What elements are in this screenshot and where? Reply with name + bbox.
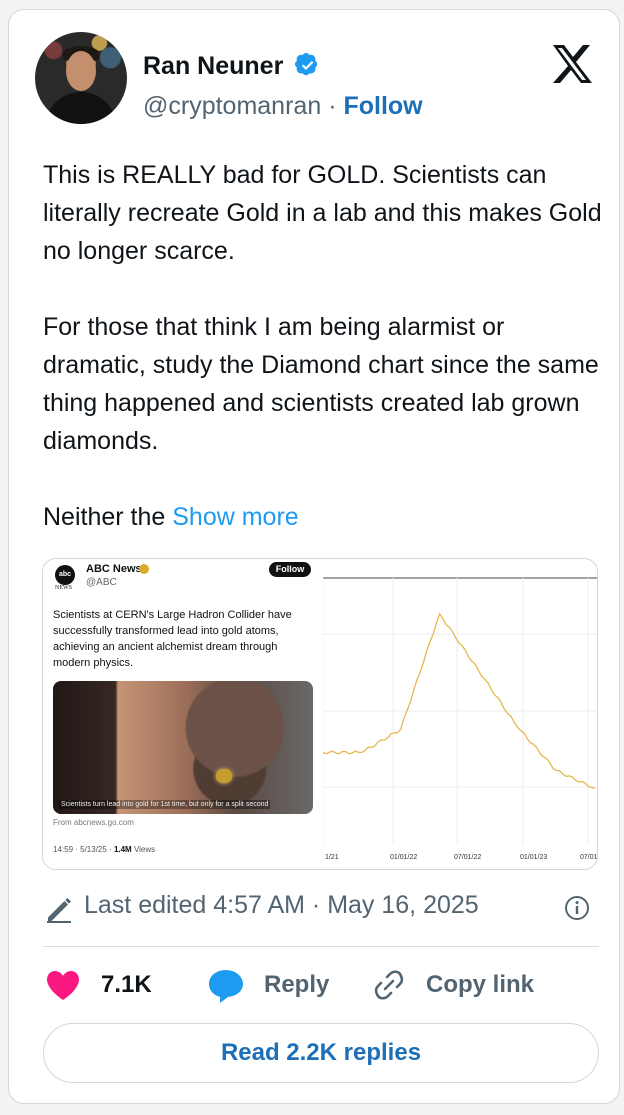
diamond-price-chart: 1/21 01/01/22 07/01/22 01/01/23 07/01 (323, 577, 598, 861)
link-icon (374, 970, 404, 1000)
author-avatar[interactable] (35, 32, 127, 124)
chart-x-ticks: 1/21 01/01/22 07/01/22 01/01/23 07/01 (325, 854, 598, 861)
author-handle[interactable]: @cryptomanran (143, 92, 321, 120)
embedded-follow-button: Follow (269, 562, 311, 577)
gold-nugget-image (216, 769, 232, 783)
tweet-actions: 7.1K Reply Copy link (43, 965, 603, 1005)
embedded-abc-post: abc NEWS ABC News @ABC Follow Scientists… (43, 559, 323, 869)
chart-x-tick-label: 07/01 (580, 854, 598, 861)
info-icon[interactable] (562, 893, 592, 923)
read-replies-button[interactable]: Read 2.2K replies (43, 1023, 599, 1083)
copy-link-button[interactable]: Copy link (370, 965, 534, 1005)
handle-separator: · (328, 92, 337, 120)
tweet-media[interactable]: abc NEWS ABC News @ABC Follow Scientists… (42, 558, 598, 870)
embedded-post-text: Scientists at CERN's Large Hadron Collid… (53, 609, 292, 669)
heart-icon (47, 971, 79, 1000)
tweet-paragraph-1: This is REALLY bad for GOLD. Scientists … (43, 161, 602, 265)
chart-x-tick-label: 01/01/23 (520, 854, 547, 861)
tweet-text: This is REALLY bad for GOLD. Scientists … (43, 156, 603, 574)
embedded-post-views-label: Views (131, 845, 156, 854)
photo-caption: Scientists turn lead into gold for 1st t… (59, 800, 271, 809)
abc-logo-icon: abc (55, 565, 75, 585)
chart-x-tick-label: 01/01/22 (390, 854, 417, 861)
embedded-author-handle: @ABC (86, 577, 117, 588)
abc-news-logo-text: NEWS (55, 585, 72, 591)
show-more-link[interactable]: Show more (172, 503, 298, 531)
like-count: 7.1K (101, 971, 152, 998)
embedded-post-time: 14:59 · 5/13/25 · (53, 845, 114, 854)
embedded-source: From abcnews.go.com (53, 818, 134, 827)
embedded-post-views: 1.4M (113, 845, 132, 854)
tweet-paragraph-3-text: Neither the (43, 503, 173, 531)
tweet-card: Ran Neuner @cryptomanran · Follow This i… (8, 9, 620, 1104)
tweet-paragraph-3: Neither the Show more (43, 498, 603, 536)
author-handle-row: @cryptomanran · Follow (143, 92, 423, 121)
edit-meta-row: Last edited 4:57 AM · May 16, 2025 (43, 887, 593, 927)
chart-x-tick-label: 07/01/22 (454, 854, 481, 861)
follow-button[interactable]: Follow (343, 92, 422, 120)
verified-icon (295, 53, 318, 76)
author-name[interactable]: Ran Neuner (143, 52, 283, 81)
reply-label: Reply (264, 971, 330, 998)
last-edited-text[interactable]: Last edited 4:57 AM · May 16, 2025 (84, 891, 479, 920)
x-logo-icon[interactable] (549, 43, 595, 85)
reply-bubble-icon (209, 970, 243, 1003)
embedded-post-meta: 14:59 · 5/13/25 · 1.4M Views (53, 845, 155, 854)
action-divider (43, 946, 599, 947)
gold-verified-icon (139, 564, 149, 574)
like-button[interactable]: 7.1K (43, 965, 152, 1005)
reply-button[interactable]: Reply (206, 965, 329, 1005)
copy-link-label: Copy link (426, 971, 535, 998)
avatar-face (66, 51, 96, 91)
embedded-author-name: ABC News (86, 563, 142, 575)
chart-x-tick-label: 1/21 (325, 854, 339, 861)
chart-grid (323, 578, 597, 845)
pencil-icon (47, 898, 71, 923)
tweet-paragraph-2: For those that think I am being alarmist… (43, 313, 599, 455)
embedded-post-photo: Scientists turn lead into gold for 1st t… (53, 681, 313, 814)
chart-series-line (323, 612, 596, 790)
